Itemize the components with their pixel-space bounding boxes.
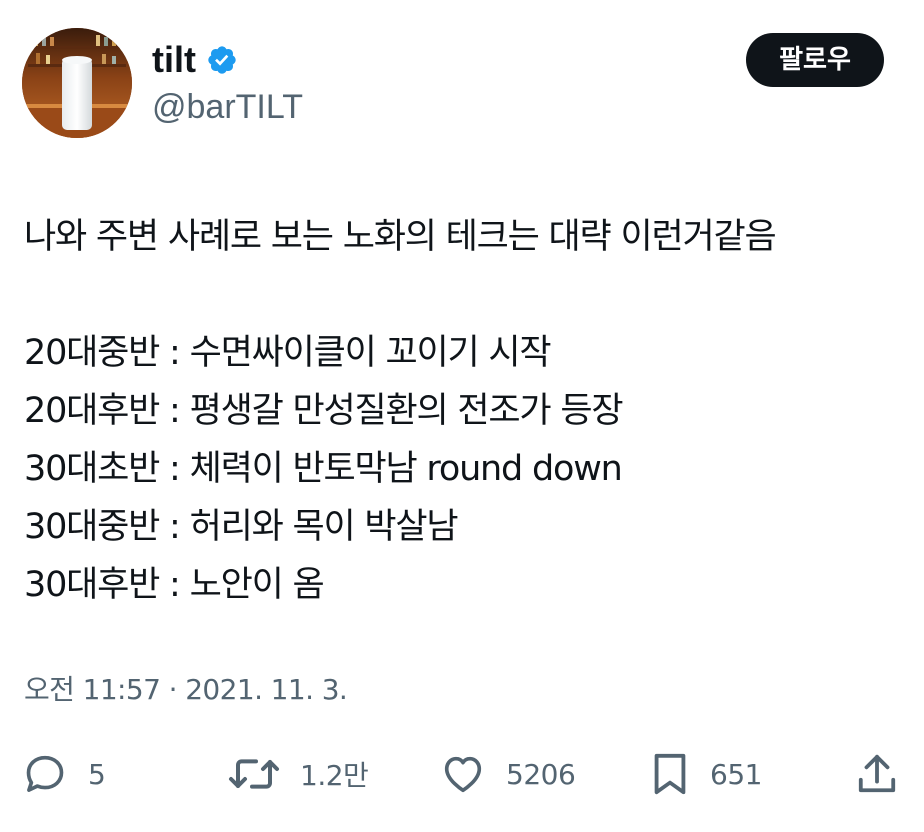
reply-button[interactable]: 5: [22, 746, 106, 802]
bookmark-count: 651: [710, 757, 762, 791]
tweet-text: 나와 주변 사례로 보는 노화의 테크는 대략 이런거같음 20대중반 : 수면…: [24, 208, 904, 614]
author-row: tilt: [152, 38, 238, 82]
heart-icon: [444, 756, 482, 793]
display-name[interactable]: tilt: [152, 38, 196, 82]
tweet-line: 30대초반 : 체력이 반토막남 round down: [24, 449, 623, 489]
retweet-icon: [229, 759, 279, 789]
follow-button[interactable]: 팔로우: [746, 33, 884, 87]
bookmark-icon: [654, 753, 686, 795]
tweet-timestamp[interactable]: 오전 11:57 · 2021. 11. 3.: [24, 668, 348, 712]
tweet-line: 20대후반 : 평생갈 만성질환의 전조가 등장: [24, 391, 624, 431]
like-button[interactable]: 5206: [440, 746, 576, 802]
tweet: tilt @barTILT 팔로우 나와 주변 사례로 보는 노화의 테크는 대…: [0, 0, 924, 832]
avatar[interactable]: [22, 28, 132, 138]
tweet-line: 30대중반 : 허리와 목이 박살남: [24, 507, 459, 547]
tweet-line: 20대중반 : 수면싸이클이 꼬이기 시작: [24, 333, 552, 373]
action-bar: 5 1.2만 5206 651: [0, 746, 924, 802]
share-icon: [858, 754, 896, 793]
reply-icon: [26, 755, 64, 792]
verified-badge-icon: [206, 44, 238, 76]
bookmark-button[interactable]: 651: [650, 746, 762, 802]
author-handle[interactable]: @barTILT: [152, 86, 303, 128]
share-button[interactable]: [856, 746, 898, 802]
reply-count: 5: [88, 757, 106, 791]
tweet-line: 30대후반 : 노안이 옴: [24, 565, 325, 605]
tweet-line: 나와 주변 사례로 보는 노화의 테크는 대략 이런거같음: [24, 217, 777, 257]
like-count: 5206: [506, 757, 576, 791]
avatar-bar-photo: [22, 28, 132, 138]
retweet-button[interactable]: 1.2만: [228, 746, 369, 802]
retweet-count: 1.2만: [300, 759, 369, 792]
